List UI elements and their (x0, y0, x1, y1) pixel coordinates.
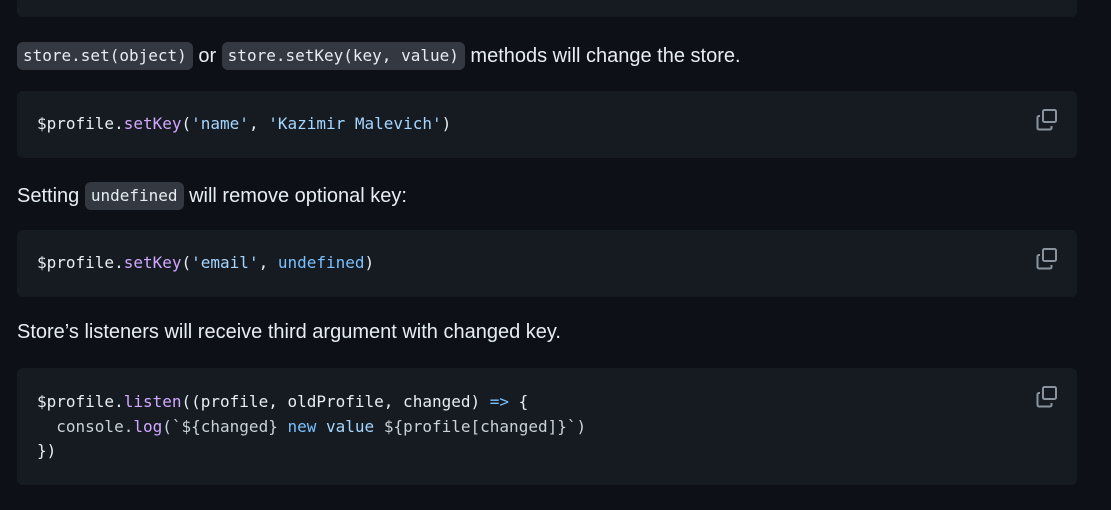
code-token-interpolation: ${changed} (181, 416, 278, 436)
code-token: $profile. (37, 253, 124, 272)
inline-code-undefined: undefined (84, 182, 184, 210)
code-content: $profile.listen((profile, oldProfile, ch… (37, 390, 586, 464)
code-block-setkey-email: $profile.setKey('email', undefined) (17, 230, 1077, 297)
code-token-string: 'name' (191, 114, 249, 133)
code-token-function: log (133, 416, 163, 436)
code-token-string: 'Kazimir Malevich' (268, 114, 442, 133)
code-content: $profile.setKey('name', 'Kazimir Malevic… (37, 112, 451, 137)
text-setting: Setting (17, 185, 85, 207)
code-block-previous (17, 0, 1077, 17)
code-token-keyword: undefined (277, 253, 365, 272)
paragraph-setting-undefined: Setting undefined will remove optional k… (17, 182, 407, 210)
code-token-function: setKey (123, 114, 182, 133)
code-token-function: listen (123, 392, 182, 411)
text-or: or (192, 45, 222, 67)
paragraph-listeners: Store’s listeners will receive third arg… (17, 321, 561, 343)
code-token: ( (181, 114, 192, 133)
code-block-listen: $profile.listen((profile, oldProfile, ch… (17, 368, 1077, 485)
code-token: , (248, 114, 269, 133)
code-token: , (258, 253, 278, 272)
copy-button[interactable] (1035, 247, 1059, 271)
code-token: (` (162, 416, 182, 436)
paragraph-store-methods: store.set(object) or store.setKey(key, v… (17, 42, 741, 70)
docs-page: store.set(object) or store.setKey(key, v… (0, 0, 1111, 510)
copy-icon (1036, 386, 1057, 408)
code-content: $profile.setKey('email', undefined) (37, 251, 374, 276)
text-methods-change: methods will change the store. (464, 45, 741, 67)
code-token-keyword: => (489, 392, 510, 411)
copy-button[interactable] (1035, 108, 1059, 132)
copy-icon (1036, 248, 1057, 270)
copy-button[interactable] (1035, 385, 1059, 409)
code-token: }) (37, 441, 57, 460)
code-token: { (509, 392, 529, 411)
code-token: ( (181, 253, 192, 272)
text-remove-optional: will remove optional key: (183, 185, 407, 207)
code-token: $profile. (37, 114, 124, 133)
inline-code-store-setkey: store.setKey(key, value) (221, 42, 465, 70)
inline-code-store-set: store.set(object) (17, 42, 193, 70)
code-token: ) (441, 114, 452, 133)
code-token-string: 'email' (191, 253, 259, 272)
code-token-keyword: new (287, 416, 317, 436)
code-token: ) (364, 253, 375, 272)
copy-icon (1036, 109, 1057, 131)
code-token: console. (37, 416, 134, 436)
code-token: `) (566, 416, 587, 436)
code-token: ((profile, oldProfile, changed) (181, 392, 490, 411)
code-token-string: value (326, 416, 375, 436)
code-block-setkey-name: $profile.setKey('name', 'Kazimir Malevic… (17, 91, 1077, 158)
code-token-function: setKey (123, 253, 182, 272)
code-token-interpolation: ${profile[changed]} (383, 416, 567, 436)
code-token: $profile. (37, 392, 124, 411)
